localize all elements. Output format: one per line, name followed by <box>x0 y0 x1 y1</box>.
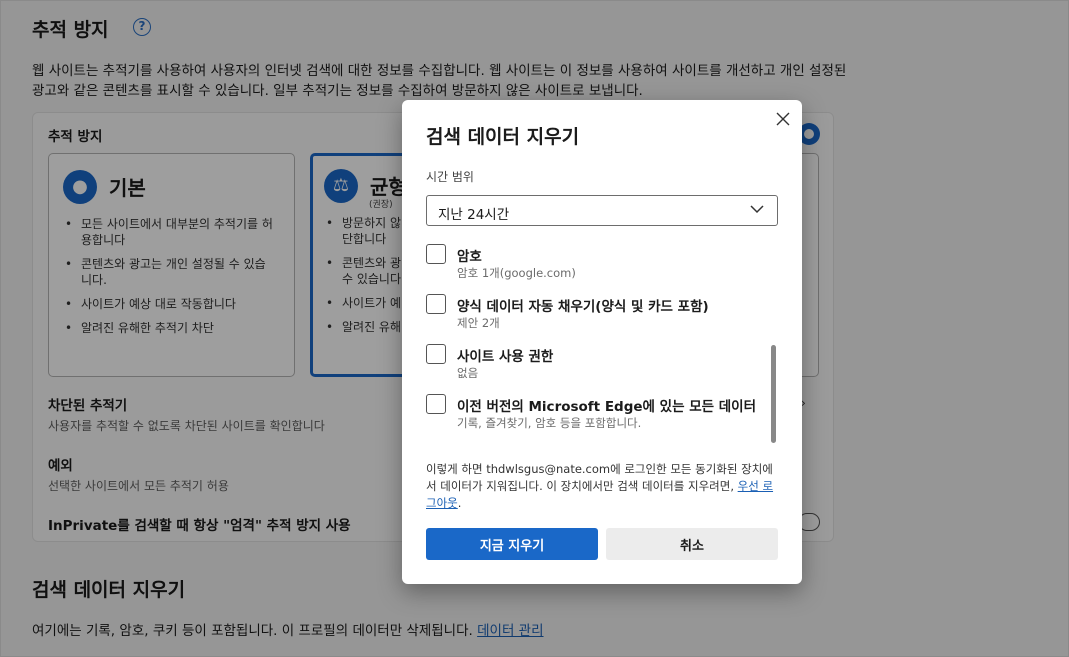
autofill-checkbox[interactable] <box>426 294 446 314</box>
checkbox-item-autofill[interactable]: 양식 데이터 자동 채우기(양식 및 카드 포함) 제안 2개 <box>426 294 766 338</box>
item-title: 양식 데이터 자동 채우기(양식 및 카드 포함) <box>457 299 709 315</box>
checkbox-item-legacy-edge[interactable]: 이전 버전의 Microsoft Edge에 있는 모든 데이터 기록, 즐겨찾… <box>426 394 766 438</box>
item-subtitle: 제안 2개 <box>457 316 500 330</box>
time-range-value: 지난 24시간 <box>438 207 510 223</box>
time-range-label: 시간 범위 <box>426 170 474 184</box>
dialog-title: 검색 데이터 지우기 <box>426 126 580 148</box>
scrollbar[interactable] <box>771 345 776 443</box>
item-title: 이전 버전의 Microsoft Edge에 있는 모든 데이터 <box>457 399 756 415</box>
legacy-edge-checkbox[interactable] <box>426 394 446 414</box>
chevron-down-icon <box>750 205 764 214</box>
site-permissions-checkbox[interactable] <box>426 344 446 364</box>
clear-browsing-data-dialog: 검색 데이터 지우기 시간 범위 지난 24시간 암호 암호 1개(google… <box>402 100 802 584</box>
item-title: 사이트 사용 권한 <box>457 349 554 365</box>
checkbox-item-passwords[interactable]: 암호 암호 1개(google.com) <box>426 244 766 288</box>
passwords-checkbox[interactable] <box>426 244 446 264</box>
checkbox-item-site-permissions[interactable]: 사이트 사용 권한 없음 <box>426 344 766 388</box>
sync-note: 이렇게 하면 thdwlsgus@nate.com에 로그인한 모든 동기화된 … <box>426 462 774 510</box>
item-title: 암호 <box>457 249 482 265</box>
item-subtitle: 없음 <box>457 366 479 380</box>
clear-now-button[interactable]: 지금 지우기 <box>426 528 598 560</box>
item-subtitle: 기록, 즐겨찾기, 암호 등을 포함합니다. <box>457 416 642 430</box>
item-subtitle: 암호 1개(google.com) <box>457 266 576 280</box>
cancel-button[interactable]: 취소 <box>606 528 778 560</box>
time-range-select[interactable]: 지난 24시간 <box>426 195 778 226</box>
close-icon[interactable] <box>772 108 794 130</box>
